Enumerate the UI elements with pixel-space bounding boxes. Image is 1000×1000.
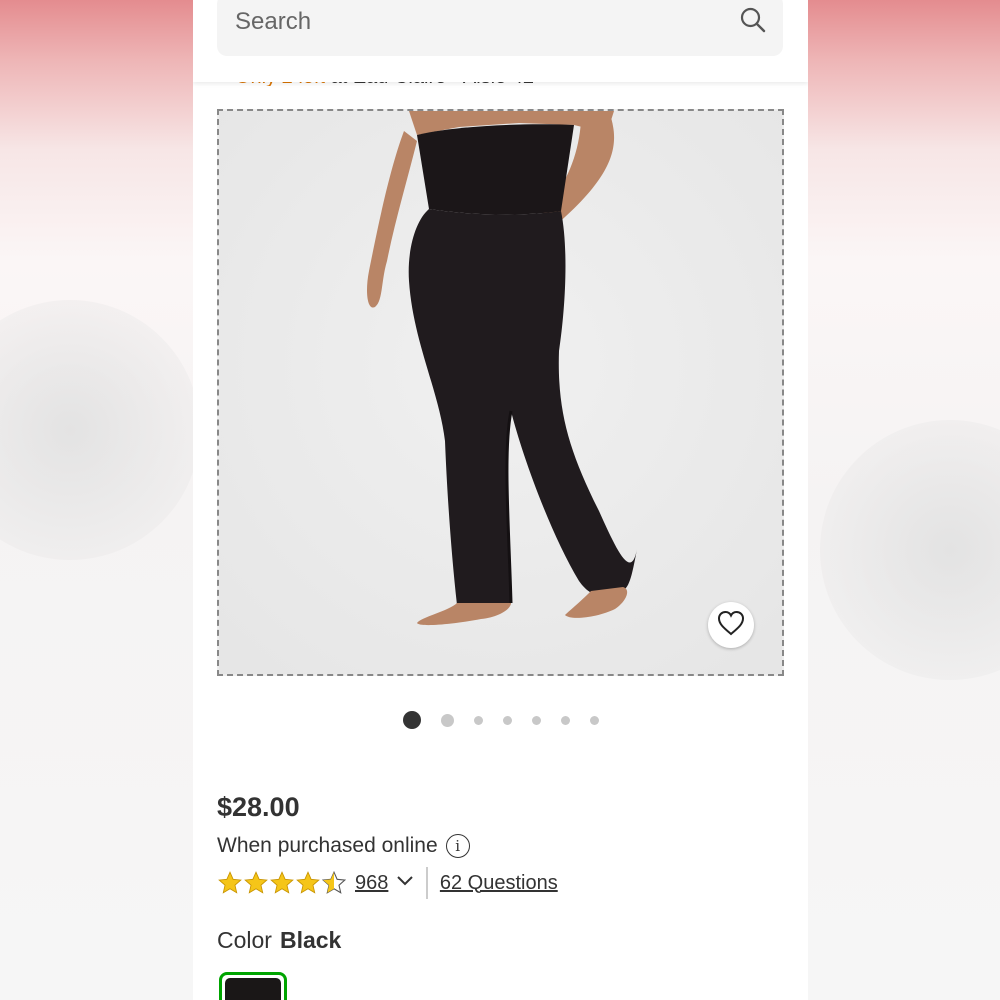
swatch-fill	[225, 978, 281, 1000]
review-count-link[interactable]: 968	[355, 872, 388, 895]
chevron-down-icon[interactable]	[396, 874, 414, 892]
carousel-dot[interactable]	[473, 715, 483, 725]
star-rating[interactable]	[217, 870, 347, 896]
favorite-button[interactable]	[708, 602, 754, 648]
divider	[426, 867, 428, 899]
carousel-dot[interactable]	[440, 713, 454, 727]
color-selector-label: Color Black	[217, 927, 341, 954]
star-full-icon	[244, 871, 268, 894]
mobile-product-page: Search Only 2 left at Eau Claire · Aisle…	[193, 0, 808, 1000]
carousel-dot[interactable]	[502, 715, 512, 725]
carousel-dot[interactable]	[531, 715, 541, 725]
search-input[interactable]: Search	[217, 0, 783, 56]
selected-color-value: Black	[279, 927, 342, 953]
star-full-icon	[218, 871, 242, 894]
search-header: Search	[193, 0, 808, 82]
star-full-icon	[296, 871, 320, 894]
product-image	[219, 111, 782, 674]
price-note-text: When purchased online	[217, 834, 438, 857]
color-label-text: Color	[217, 927, 272, 953]
product-price: $28.00	[217, 792, 300, 822]
carousel-dot-active[interactable]	[402, 711, 421, 729]
star-full-icon	[270, 871, 294, 894]
carousel-dot[interactable]	[589, 715, 599, 725]
search-icon[interactable]	[739, 6, 767, 34]
product-image-frame[interactable]	[217, 109, 784, 676]
carousel-dots[interactable]	[193, 710, 808, 730]
star-half-icon	[321, 870, 347, 894]
ratings-row: 968 62 Questions	[217, 866, 558, 900]
carousel-dot[interactable]	[560, 715, 570, 725]
search-placeholder: Search	[235, 8, 312, 35]
info-icon[interactable]: i	[445, 834, 470, 858]
questions-link[interactable]: 62 Questions	[440, 872, 558, 895]
price-note: When purchased online i	[217, 834, 470, 858]
color-swatch-black[interactable]	[219, 972, 287, 1000]
heart-icon	[716, 609, 746, 642]
